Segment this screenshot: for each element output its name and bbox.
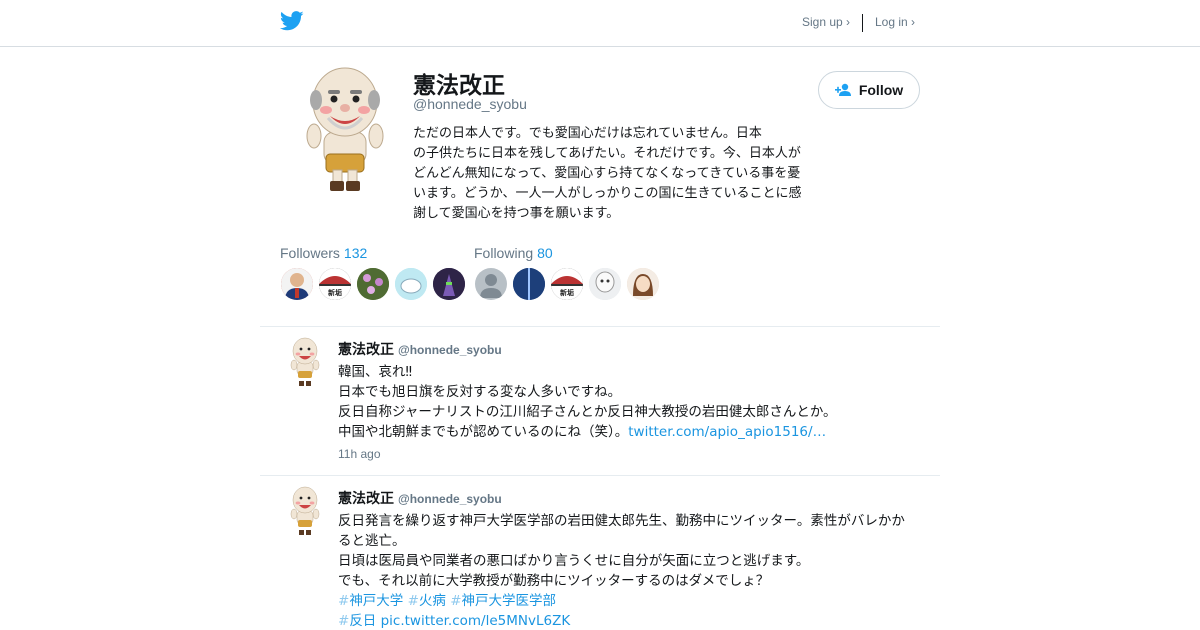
profile-avatar[interactable] (300, 66, 390, 194)
tweet-author-handle[interactable]: @honnede_syobu (398, 492, 502, 506)
tweet-header: 憲法改正 @honnede_syobu (338, 339, 502, 359)
avatar-purple-robot[interactable] (433, 268, 465, 300)
avatar-anime-girl[interactable] (627, 268, 659, 300)
avatar-default[interactable] (475, 268, 507, 300)
profile-bio: ただの日本人です。でも愛国心だけは忘れていません。日本 の子供たちに日本を残して… (413, 124, 843, 224)
following-avatar-list: 新垢 (475, 268, 659, 300)
avatar-white-figure[interactable] (589, 268, 621, 300)
tweet[interactable]: 憲法改正 @honnede_syobu 反日発言を繰り返す神戸大学医学部の岩田健太… (260, 476, 940, 630)
avatar-flowers[interactable] (357, 268, 389, 300)
twitter-bird-icon[interactable] (280, 10, 304, 32)
followers-stat[interactable]: Followers 132 (280, 245, 367, 261)
bio-line: の子供たちに日本を残してあげたい。それだけです。今、日本人が (413, 146, 801, 161)
tweet-avatar[interactable] (288, 486, 322, 536)
tweet-text: 韓国、哀れ‼ 日本でも旭日旗を反対する変な人多いですね。 反日自称ジャーナリスト… (338, 362, 930, 442)
bio-line: います。どうか、一人一人がしっかりこの国に生きていることに感 (413, 186, 802, 201)
tweet-line-text: 中国や北朝鮮までもが認めているのにね（笑）。 (338, 424, 629, 440)
tweet-line: 反日発言を繰り返す神戸大学医学部の岩田健太郎先生、勤務中にツイッター。素性がバレ… (338, 513, 905, 529)
profile-name: 憲法改正 (413, 73, 505, 99)
followers-label: Followers (280, 245, 340, 261)
bio-line: 謝して愛国心を持つ事を願います。 (413, 206, 620, 221)
profile-handle: @honnede_syobu (413, 96, 527, 112)
tweet-link[interactable]: twitter.com/apio_apio1516/… (628, 424, 826, 440)
avatar-caption: 新垢 (560, 289, 574, 297)
tweet-line: 中国や北朝鮮までもが認めているのにね（笑）。twitter.com/apio_a… (338, 422, 930, 442)
tweet-line: ると逃亡。 (338, 533, 406, 549)
hashtag-link[interactable]: #火病 (408, 593, 446, 609)
hashtag-link[interactable]: #反日 (338, 613, 376, 629)
tweet-line: 韓国、哀れ‼ (338, 364, 413, 380)
tweet-author-name[interactable]: 憲法改正 (338, 491, 394, 507)
tweet-header: 憲法改正 @honnede_syobu (338, 488, 502, 508)
tweet-line: #神戸大学 #火病 #神戸大学医学部 (338, 591, 930, 611)
follow-button[interactable]: Follow (818, 71, 920, 109)
following-count: 80 (537, 245, 553, 261)
avatar-shinkan[interactable]: 新垢 (319, 268, 351, 300)
following-label: Following (474, 245, 534, 261)
avatar-cartoon-sky[interactable] (395, 268, 427, 300)
add-person-icon (834, 83, 851, 96)
followers-count: 132 (343, 245, 368, 261)
tweet-line: 日本でも旭日旗を反対する変な人多いですね。 (338, 384, 622, 400)
avatar-shinkan[interactable]: 新垢 (551, 268, 583, 300)
tweet-text: 反日発言を繰り返す神戸大学医学部の岩田健太郎先生、勤務中にツイッター。素性がバレ… (338, 511, 930, 630)
follow-label: Follow (858, 82, 904, 98)
tweet-author-name[interactable]: 憲法改正 (338, 342, 394, 358)
tweet-line: #反日 pic.twitter.com/le5MNvL6ZK (338, 611, 930, 630)
tweet-line: 日頃は医局員や同業者の悪口ばかり言うくせに自分が矢面に立つと逃げます。 (338, 553, 810, 569)
tweet-avatar[interactable] (288, 337, 322, 387)
avatar-man-suit[interactable] (281, 268, 313, 300)
signup-link[interactable]: Sign up › (802, 15, 850, 29)
hashtag-link[interactable]: #神戸大学 (338, 593, 403, 609)
hashtag-link[interactable]: #神戸大学医学部 (450, 593, 556, 609)
pic-link[interactable]: pic.twitter.com/le5MNvL6ZK (381, 613, 571, 629)
tweet-line: でも、それ以前に大学教授が勤務中にツイッターするのはダメでしょ？ (338, 573, 770, 589)
followers-avatar-list: 新垢 (281, 268, 465, 300)
top-bar: Sign up › Log in › (0, 0, 1200, 47)
login-link[interactable]: Log in › (875, 15, 915, 29)
following-stat[interactable]: Following 80 (474, 245, 553, 261)
tweet[interactable]: 憲法改正 @honnede_syobu 韓国、哀れ‼ 日本でも旭日旗を反対する変な… (260, 327, 940, 475)
avatar-blue-sky[interactable] (513, 268, 545, 300)
tweet-timestamp[interactable]: 11h ago (338, 447, 381, 461)
avatar-caption: 新垢 (328, 289, 342, 297)
tweet-author-handle[interactable]: @honnede_syobu (398, 343, 502, 357)
bio-line: ただの日本人です。でも愛国心だけは忘れていません。日本 (413, 126, 762, 141)
header-divider (862, 14, 863, 32)
bio-line: どんどん無知になって、愛国心すら持てなくなってきている事を憂 (413, 166, 801, 181)
tweet-line: 反日自称ジャーナリストの江川紹子さんとか反日神大教授の岩田健太郎さんとか。 (338, 404, 837, 420)
